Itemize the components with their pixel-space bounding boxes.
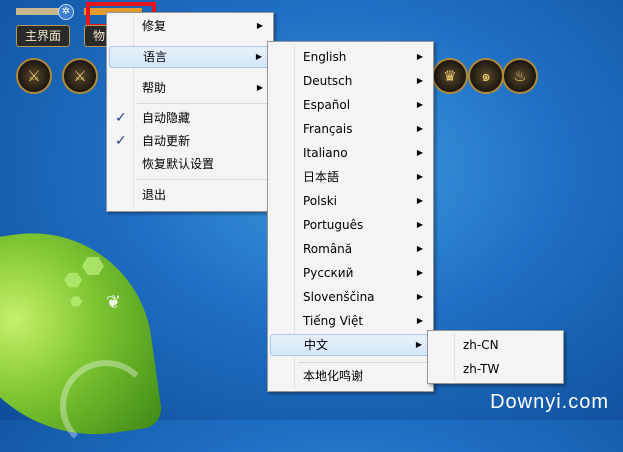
submenu-arrow-icon: ▶ bbox=[416, 172, 423, 181]
menu-item-portugues[interactable]: Português ▶ bbox=[270, 214, 431, 236]
menu-item-chinese[interactable]: 中文 ▶ bbox=[270, 334, 431, 356]
menu-item-label: 自动隐藏 bbox=[142, 111, 191, 125]
menu-item-zh-tw[interactable]: zh-TW bbox=[430, 358, 561, 380]
butterfly-icon: ❦ bbox=[106, 292, 122, 313]
menu-item-label: Română bbox=[303, 242, 353, 256]
menu-item-auto-update[interactable]: ✓ 自动更新 bbox=[109, 130, 271, 152]
menu-separator bbox=[137, 179, 269, 180]
settings-icon[interactable]: ✲ bbox=[58, 4, 74, 20]
menu-item-label: Português bbox=[303, 218, 364, 232]
menu-item-label: 日本語 bbox=[303, 170, 340, 184]
submenu-arrow-icon: ▶ bbox=[256, 83, 263, 92]
language-submenu: English ▶ Deutsch ▶ Español ▶ Français ▶… bbox=[267, 41, 434, 392]
menu-item-slovenscina[interactable]: Slovenščina ▶ bbox=[270, 286, 431, 308]
menu-item-espanol[interactable]: Español ▶ bbox=[270, 94, 431, 116]
menu-item-help[interactable]: 帮助 ▶ bbox=[109, 77, 271, 99]
submenu-arrow-icon: ▶ bbox=[416, 244, 423, 253]
submenu-arrow-icon: ▶ bbox=[256, 21, 263, 30]
menu-item-label: Deutsch bbox=[303, 74, 353, 88]
menu-item-label: 本地化鸣谢 bbox=[303, 369, 364, 383]
menu-item-label: English bbox=[303, 50, 347, 64]
menu-item-label: zh-CN bbox=[463, 338, 499, 352]
menu-item-restore-defaults[interactable]: 恢复默认设置 bbox=[109, 153, 271, 175]
menu-item-label: 退出 bbox=[142, 188, 167, 202]
skill-slot-spiral-icon[interactable]: ๑ bbox=[468, 58, 504, 94]
submenu-arrow-icon: ▶ bbox=[416, 196, 423, 205]
menu-item-label: 自动更新 bbox=[142, 134, 191, 148]
menu-item-label: Español bbox=[303, 98, 351, 112]
menu-item-label: zh-TW bbox=[463, 362, 500, 376]
menu-item-language[interactable]: 语言 ▶ bbox=[109, 46, 271, 68]
submenu-arrow-icon: ▶ bbox=[416, 52, 423, 61]
menu-item-label: 语言 bbox=[143, 50, 168, 64]
menu-item-label: 帮助 bbox=[142, 81, 167, 95]
menu-item-italiano[interactable]: Italiano ▶ bbox=[270, 142, 431, 164]
submenu-arrow-icon: ▶ bbox=[416, 220, 423, 229]
skill-slot-mask-icon[interactable]: ♛ bbox=[432, 58, 468, 94]
wallpaper-swirl bbox=[60, 360, 152, 452]
main-interface-button[interactable]: 主界面 bbox=[16, 25, 71, 47]
chinese-variant-submenu: zh-CN zh-TW bbox=[427, 330, 564, 384]
submenu-arrow-icon: ▶ bbox=[416, 76, 423, 85]
skill-slot-sword-icon[interactable]: ⚔ bbox=[16, 58, 52, 94]
menu-item-japanese[interactable]: 日本語 ▶ bbox=[270, 166, 431, 188]
watermark-text: Downyi.com bbox=[490, 391, 609, 413]
menu-item-romana[interactable]: Română ▶ bbox=[270, 238, 431, 260]
menu-item-russian[interactable]: Русский ▶ bbox=[270, 262, 431, 284]
checkmark-icon: ✓ bbox=[115, 133, 127, 149]
submenu-arrow-icon: ▶ bbox=[416, 292, 423, 301]
menu-separator bbox=[298, 362, 429, 363]
menu-item-localization-credits[interactable]: 本地化鸣谢 bbox=[270, 365, 431, 387]
submenu-arrow-icon: ▶ bbox=[416, 316, 423, 325]
menu-item-label: Slovenščina bbox=[303, 290, 375, 304]
submenu-arrow-icon: ▶ bbox=[255, 52, 262, 61]
menu-item-repair[interactable]: 修复 ▶ bbox=[109, 15, 271, 37]
skill-slot-flame-icon[interactable]: ♨ bbox=[502, 58, 538, 94]
skill-slot-blade-icon[interactable]: ⚔ bbox=[62, 58, 98, 94]
menu-item-label: 修复 bbox=[142, 19, 167, 33]
menu-item-english[interactable]: English ▶ bbox=[270, 46, 431, 68]
health-bar bbox=[16, 8, 60, 15]
submenu-arrow-icon: ▶ bbox=[416, 100, 423, 109]
menu-item-label: 中文 bbox=[304, 338, 329, 352]
menu-item-label: Русский bbox=[303, 266, 354, 280]
menu-item-auto-hide[interactable]: ✓ 自动隐藏 bbox=[109, 107, 271, 129]
menu-item-deutsch[interactable]: Deutsch ▶ bbox=[270, 70, 431, 92]
menu-item-label: Français bbox=[303, 122, 353, 136]
submenu-arrow-icon: ▶ bbox=[416, 124, 423, 133]
menu-item-label: 恢复默认设置 bbox=[142, 157, 215, 171]
main-context-menu: 修复 ▶ 语言 ▶ 帮助 ▶ ✓ 自动隐藏 ✓ 自动更新 恢复默认设置 退出 bbox=[106, 12, 274, 212]
menu-item-label: Tiếng Việt bbox=[303, 314, 364, 328]
submenu-arrow-icon: ▶ bbox=[416, 268, 423, 277]
menu-item-zh-cn[interactable]: zh-CN bbox=[430, 334, 561, 356]
menu-item-francais[interactable]: Français ▶ bbox=[270, 118, 431, 140]
checkmark-icon: ✓ bbox=[115, 110, 127, 126]
menu-item-label: Italiano bbox=[303, 146, 348, 160]
menu-item-exit[interactable]: 退出 bbox=[109, 184, 271, 206]
submenu-arrow-icon: ▶ bbox=[415, 340, 422, 349]
submenu-arrow-icon: ▶ bbox=[416, 148, 423, 157]
menu-separator bbox=[137, 103, 269, 104]
menu-item-vietnamese[interactable]: Tiếng Việt ▶ bbox=[270, 310, 431, 332]
menu-item-polski[interactable]: Polski ▶ bbox=[270, 190, 431, 212]
menu-item-label: Polski bbox=[303, 194, 338, 208]
